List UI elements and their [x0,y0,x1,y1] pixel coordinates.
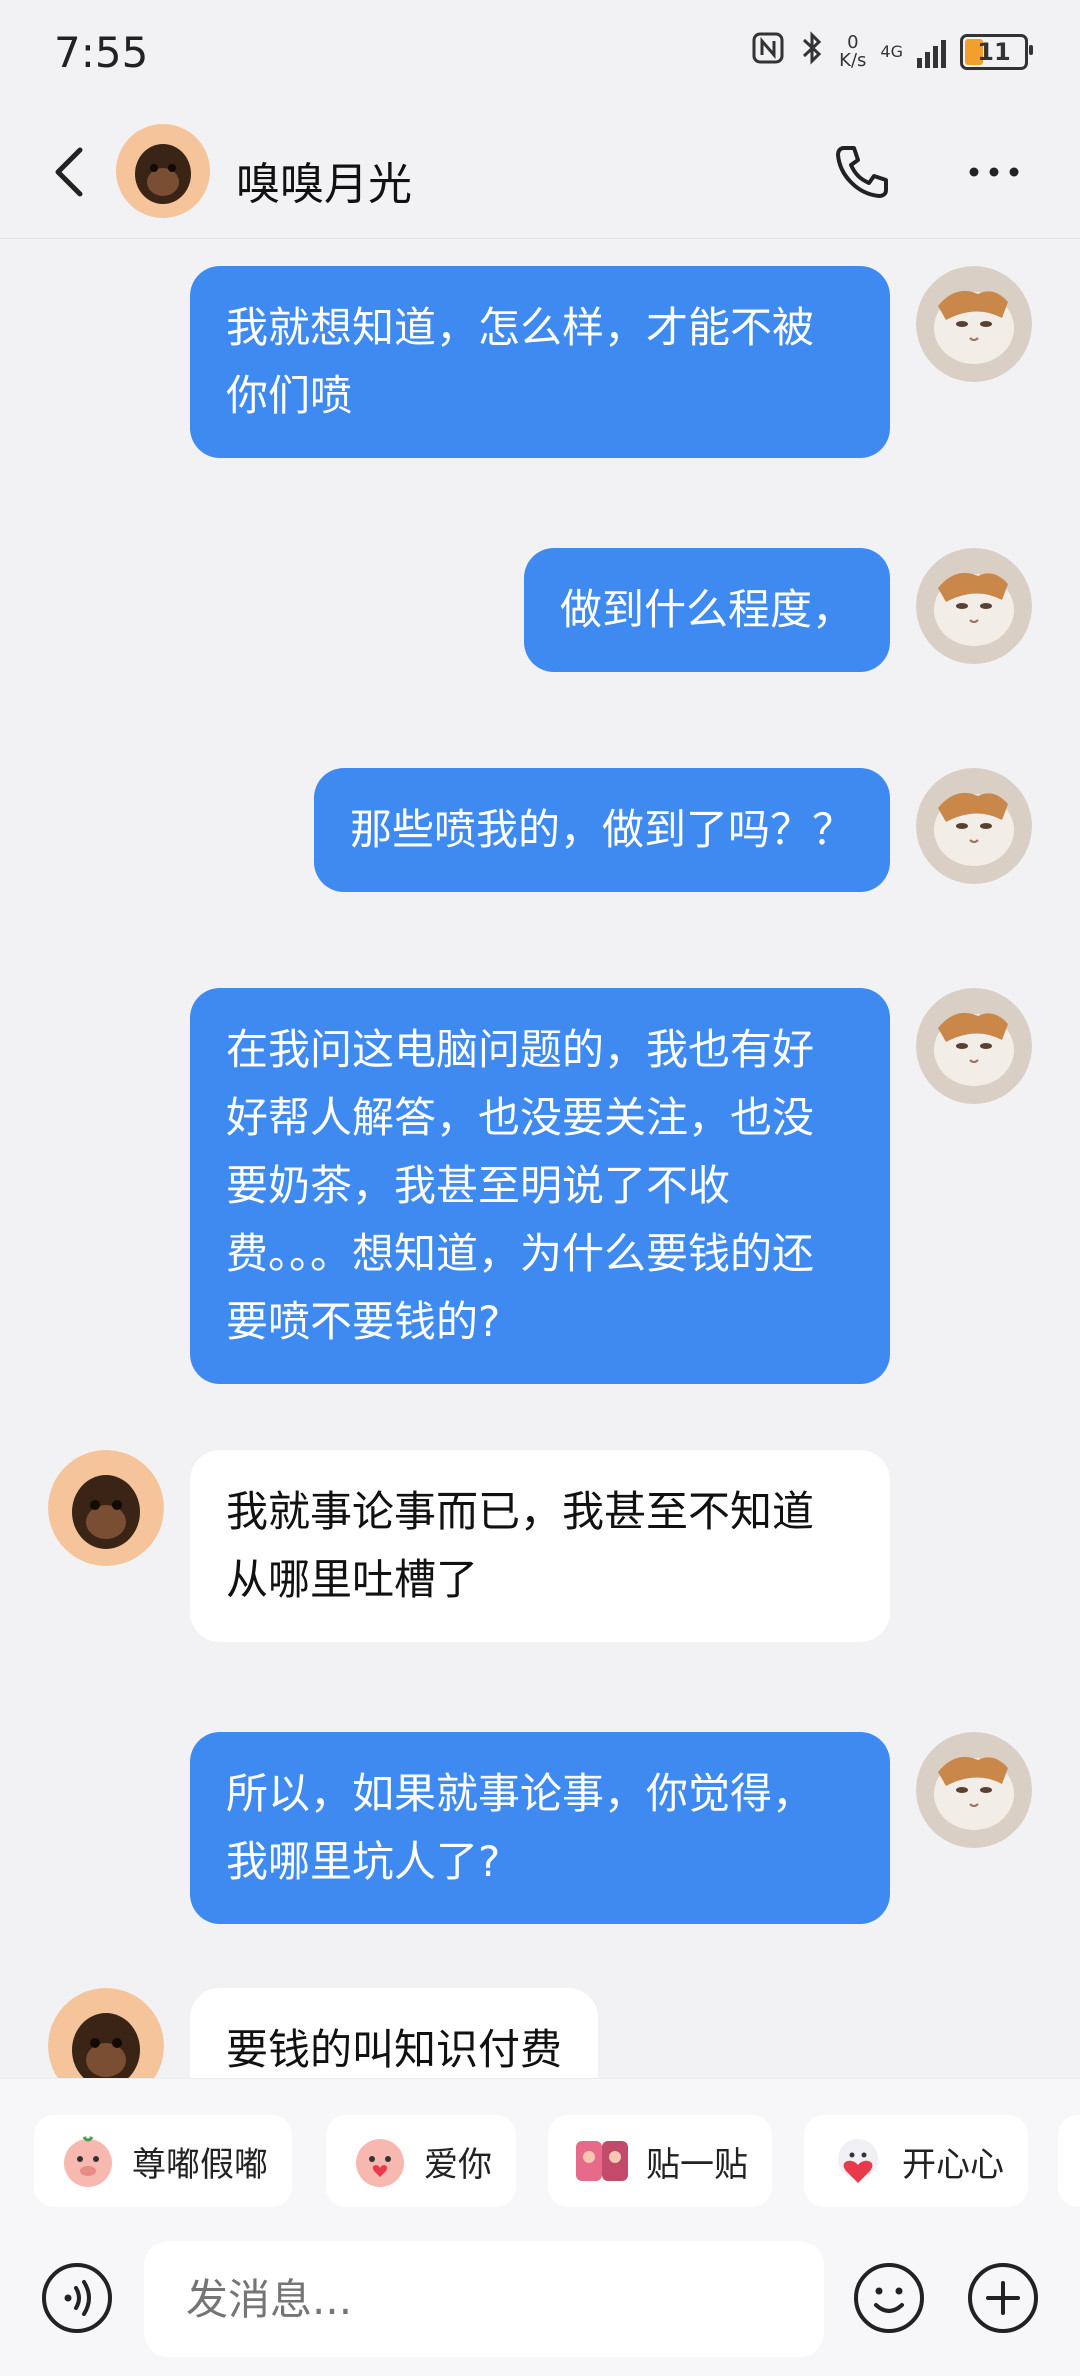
quick-reply-button-partial[interactable] [1058,2115,1080,2207]
my-avatar[interactable] [916,768,1032,884]
quick-reply-button[interactable]: 尊嘟假嘟 [34,2115,292,2207]
message-bubble-sent[interactable]: 我就想知道，怎么样，才能不被你们喷 [190,266,890,458]
message-bubble-sent[interactable]: 做到什么程度， [523,548,890,672]
message-input[interactable] [144,2241,824,2357]
emoji-button[interactable] [852,2261,926,2335]
message-bubble-received[interactable]: 要钱的叫知识付费 [190,1988,599,2078]
input-row [0,2239,1080,2359]
quick-reply-button[interactable]: 开心心 [804,2115,1028,2207]
signal-icon [917,36,946,68]
message-bubble-sent[interactable]: 在我问这电脑问题的，我也有好好帮人解答，也没要关注，也没要奶茶，我甚至明说了不收… [190,988,890,1384]
quick-reply-button[interactable]: 贴一贴 [548,2115,772,2207]
my-avatar[interactable] [916,988,1032,1104]
status-icons: 0 K/s 4G 11 [751,30,1033,74]
contact-avatar-small[interactable] [48,1988,164,2078]
chat-header: 嗅嗅月光 [0,110,1080,239]
network-type: 4G [880,42,903,61]
happy-heart-icon [838,2139,878,2183]
network-speed: 0 K/s [839,32,867,71]
call-button[interactable] [830,140,894,204]
my-avatar[interactable] [916,266,1032,382]
my-avatar[interactable] [916,1732,1032,1848]
pig-heart-icon [356,2139,404,2187]
more-actions-button[interactable] [966,2261,1040,2335]
contact-avatar-small[interactable] [48,1450,164,1566]
smiley-icon [854,2263,924,2333]
quick-reply-button[interactable]: 爱你 [326,2115,516,2207]
more-dots-icon [969,167,1019,177]
status-time: 7:55 [54,28,149,77]
battery-icon: 11 [960,34,1033,70]
contact-avatar[interactable] [116,124,210,218]
more-button[interactable] [962,140,1026,204]
nfc-icon [751,31,785,73]
contact-name: 嗅嗅月光 [236,159,412,210]
plus-icon [968,2263,1038,2333]
phone-icon [836,146,888,198]
voice-button[interactable] [40,2261,114,2335]
my-avatar[interactable] [916,548,1032,664]
message-bubble-received[interactable]: 我就事论事而已，我甚至不知道从哪里吐槽了 [190,1450,890,1642]
back-button[interactable] [42,142,102,202]
pig-face-icon [64,2136,112,2187]
status-bar: 7:55 0 K/s 4G 11 [0,0,1080,110]
composer-panel: 尊嘟假嘟 爱你 贴一贴 开心心 [0,2078,1080,2376]
message-bubble-sent[interactable]: 所以，如果就事论事，你觉得，我哪里坑人了? [190,1732,890,1924]
message-list[interactable]: 我就想知道，怎么样，才能不被你们喷 做到什么程度， 那些喷我的，做到了吗？？ 在… [0,238,1080,2078]
bluetooth-icon [799,30,825,74]
chevron-left-icon [55,147,83,197]
voice-icon [42,2263,112,2333]
message-bubble-sent[interactable]: 那些喷我的，做到了吗？？ [313,768,890,892]
cuddle-icon [576,2141,628,2181]
